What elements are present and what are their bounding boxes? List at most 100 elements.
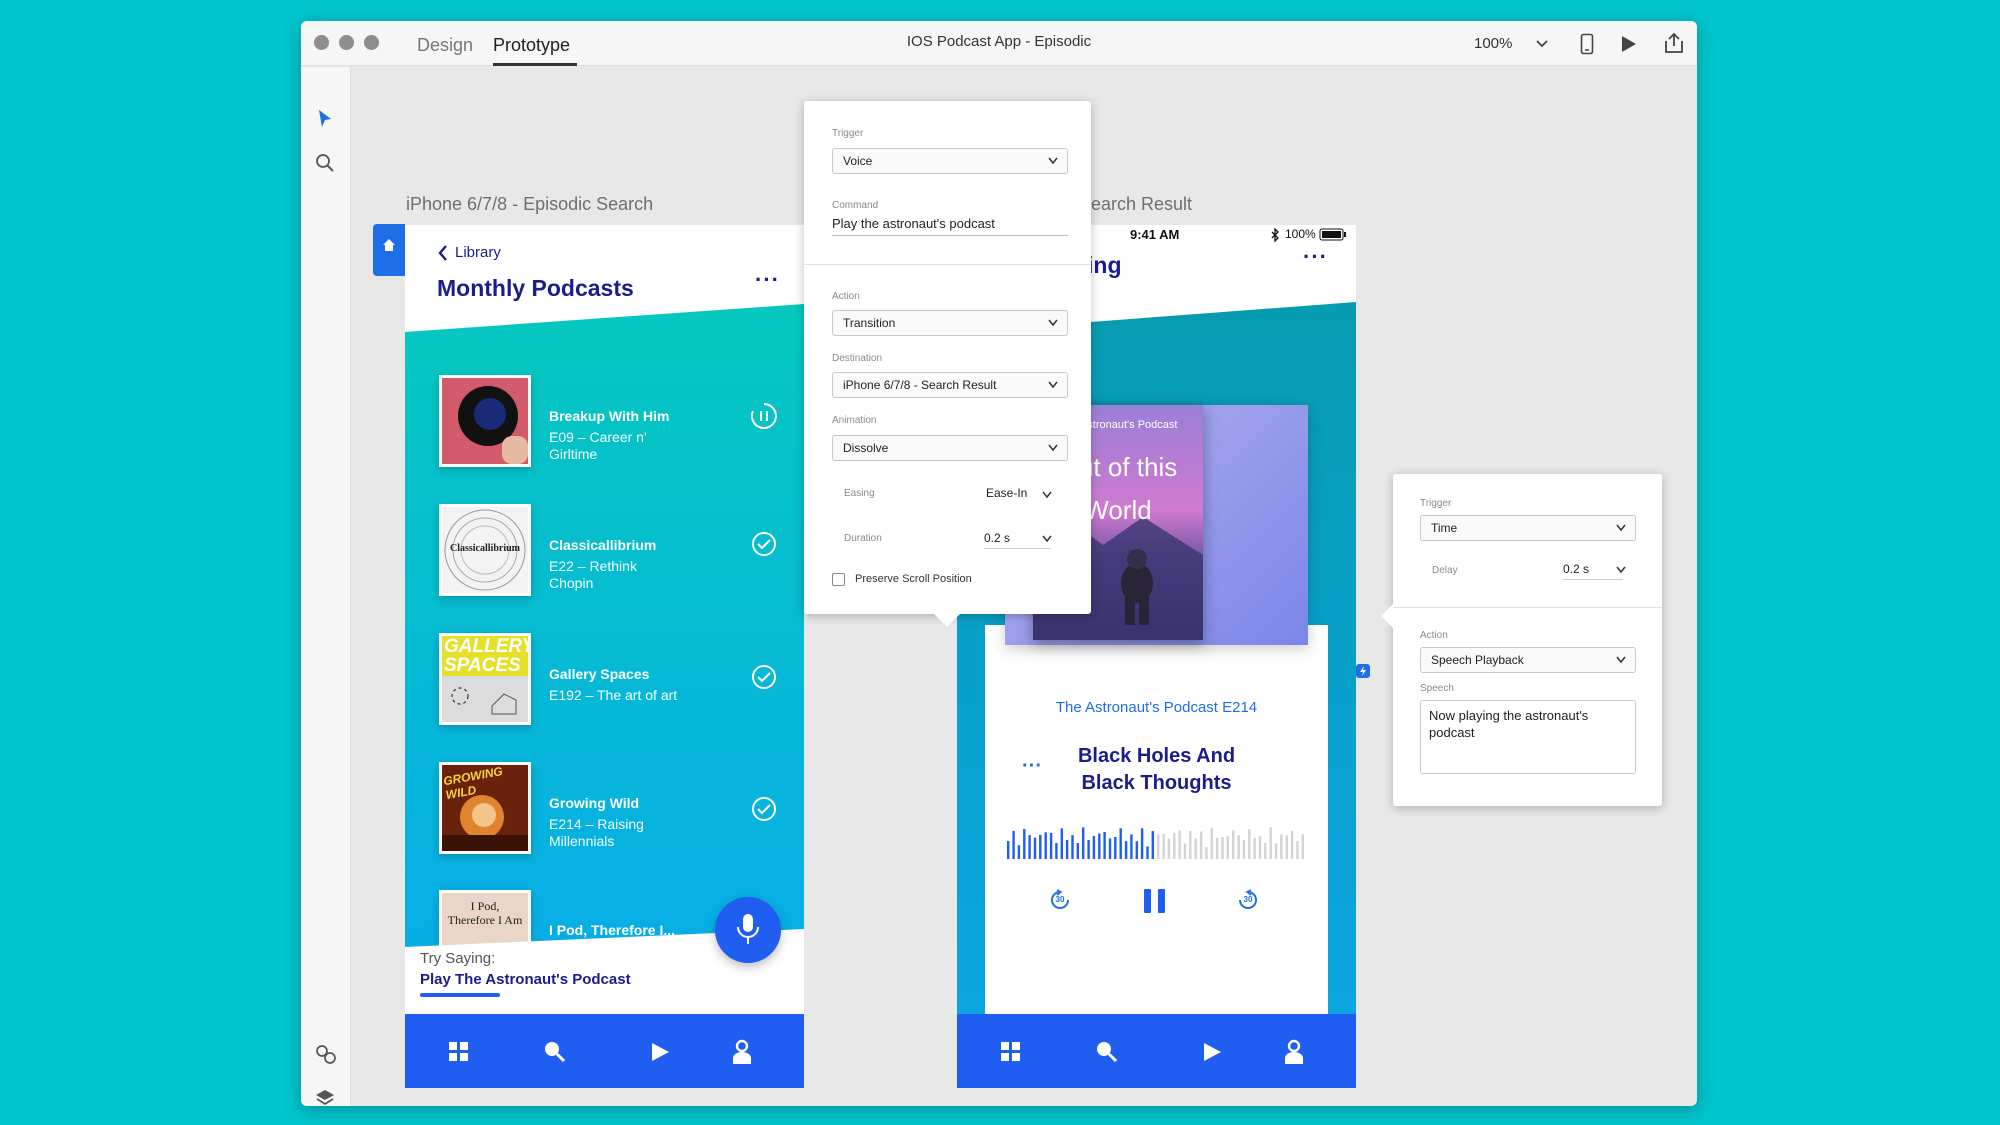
assets-icon[interactable]	[314, 1043, 338, 1065]
waveform-bar	[1205, 847, 1208, 859]
play-icon[interactable]	[1201, 1041, 1223, 1063]
waveform-bar	[1103, 832, 1106, 859]
chevron-down-icon[interactable]	[1535, 39, 1549, 49]
waveform-bar	[1135, 841, 1138, 859]
share-icon[interactable]	[1663, 32, 1685, 54]
maximize-window-button[interactable]	[364, 35, 379, 50]
waveform-bar	[1007, 841, 1010, 859]
chevron-down-icon	[1048, 381, 1058, 389]
episode-title[interactable]: Classicallibrium	[549, 537, 656, 553]
select-tool-icon[interactable]	[317, 109, 333, 129]
chevron-down-icon[interactable]	[1041, 490, 1053, 500]
profile-icon[interactable]	[1283, 1039, 1305, 1065]
delay-input[interactable]: 0.2 s	[1563, 562, 1623, 580]
active-tab-indicator	[493, 63, 577, 66]
speech-textarea[interactable]: Now playing the astronaut's podcast	[1420, 700, 1636, 774]
gallery-art	[451, 687, 517, 715]
minimize-window-button[interactable]	[339, 35, 354, 50]
close-window-button[interactable]	[314, 35, 329, 50]
preserve-scroll-checkbox[interactable]	[832, 573, 845, 586]
grid-icon[interactable]	[1000, 1041, 1022, 1063]
tab-design[interactable]: Design	[417, 35, 473, 56]
episode-cover[interactable]: GALLERY SPACES	[439, 633, 531, 725]
episode-subtitle-2: Girltime	[549, 446, 598, 462]
home-artboard-marker[interactable]	[373, 224, 405, 276]
waveform-bar	[1301, 834, 1304, 859]
layers-icon[interactable]	[314, 1088, 336, 1106]
microphone-button[interactable]	[715, 897, 781, 963]
tab-bar	[405, 1014, 804, 1088]
waveform-bar	[1242, 839, 1246, 859]
destination-dropdown[interactable]: iPhone 6/7/8 - Search Result	[832, 372, 1068, 398]
waveform-bar	[1044, 832, 1047, 859]
trigger-label: Trigger	[1420, 498, 1452, 509]
trigger-dropdown[interactable]: Time	[1420, 515, 1636, 541]
episode-cover[interactable]: GROWING WILD	[439, 762, 531, 854]
chevron-down-icon	[1616, 524, 1626, 532]
play-preview-icon[interactable]	[1620, 34, 1638, 54]
waveform-bar	[1146, 846, 1149, 859]
zoom-level[interactable]: 100%	[1474, 35, 1512, 52]
waveform-bar	[1226, 836, 1229, 859]
animation-dropdown[interactable]: Dissolve	[832, 435, 1068, 461]
delay-label: Delay	[1432, 565, 1458, 576]
more-menu-button[interactable]: ···	[755, 267, 780, 293]
episode-title[interactable]: Growing Wild	[549, 795, 639, 811]
episode-cover[interactable]	[439, 375, 531, 467]
speech-label: Speech	[1420, 683, 1454, 694]
grid-icon[interactable]	[448, 1041, 470, 1063]
episode-subtitle-2: Millennials	[549, 833, 615, 849]
profile-icon[interactable]	[731, 1039, 753, 1065]
episode-subtitle: E214 – Raising	[549, 816, 644, 832]
action-dropdown[interactable]: Transition	[832, 310, 1068, 336]
easing-dropdown[interactable]: Ease-In	[986, 486, 1027, 500]
zoom-tool-icon[interactable]	[315, 153, 335, 173]
chevron-down-icon	[1616, 656, 1626, 664]
audio-waveform[interactable]	[1007, 823, 1307, 859]
action-value: Speech Playback	[1431, 653, 1524, 667]
waveform-bar	[1098, 833, 1101, 859]
artboard-label-result[interactable]: earch Result	[1091, 194, 1192, 215]
play-icon[interactable]	[649, 1041, 671, 1063]
waveform-bar	[1183, 843, 1187, 859]
pause-progress-icon[interactable]	[749, 401, 779, 431]
trigger-label: Trigger	[832, 128, 864, 139]
episode-cover[interactable]: Classicallibrium	[439, 504, 531, 596]
tab-prototype[interactable]: Prototype	[493, 35, 570, 56]
episode-more-button[interactable]: ···	[1022, 755, 1042, 778]
episode-title[interactable]: Breakup With Him	[549, 408, 669, 424]
episode-title[interactable]: Gallery Spaces	[549, 666, 649, 682]
skip-forward-button[interactable]: 30	[1237, 889, 1259, 911]
more-menu-button[interactable]: ···	[1303, 244, 1328, 270]
waveform-bar	[1199, 831, 1203, 859]
time-trigger-handle[interactable]	[1356, 664, 1370, 678]
check-circle-icon[interactable]	[750, 795, 778, 823]
waveform-bar	[1049, 832, 1053, 859]
popover-pointer	[932, 612, 962, 627]
search-icon[interactable]	[1095, 1040, 1119, 1064]
chevron-down-icon[interactable]	[1041, 534, 1053, 544]
trigger-dropdown[interactable]: Voice	[832, 148, 1068, 174]
check-circle-icon[interactable]	[750, 530, 778, 558]
chevron-down-icon	[1048, 444, 1058, 452]
waveform-bar	[1130, 834, 1133, 859]
waveform-bar	[1221, 837, 1224, 859]
device-preview-icon[interactable]	[1580, 33, 1594, 55]
waveform-bar	[1017, 845, 1021, 859]
command-input[interactable]: Play the astronaut's podcast	[832, 216, 1068, 236]
try-saying-phrase[interactable]: Play The Astronaut's Podcast	[420, 971, 631, 988]
artboard-label-search[interactable]: iPhone 6/7/8 - Episodic Search	[406, 194, 653, 215]
waveform-bar	[1140, 828, 1144, 859]
skip-back-button[interactable]: 30	[1049, 889, 1071, 911]
episode-title-line2: Black Thoughts	[1081, 772, 1232, 794]
waveform-bar	[1114, 837, 1117, 859]
check-circle-icon[interactable]	[750, 663, 778, 691]
action-dropdown[interactable]: Speech Playback	[1420, 647, 1636, 673]
chevron-left-icon[interactable]	[437, 244, 449, 262]
pause-button[interactable]	[1142, 887, 1168, 915]
search-icon[interactable]	[543, 1040, 567, 1064]
chevron-down-icon[interactable]	[1615, 565, 1627, 575]
waveform-bar	[1055, 843, 1058, 859]
back-link-library[interactable]: Library	[455, 244, 501, 261]
waveform-bar	[1087, 840, 1090, 859]
